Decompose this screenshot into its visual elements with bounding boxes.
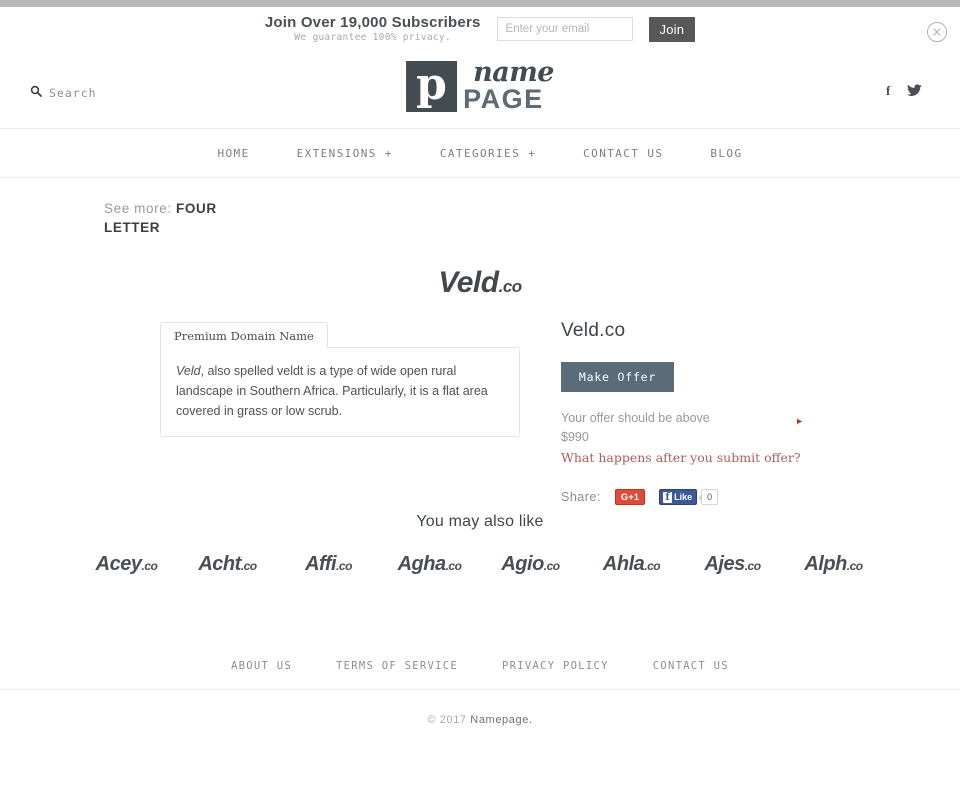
facebook-like-widget[interactable]: f Like 0 [659,489,719,505]
make-offer-button[interactable]: Make Offer [561,362,674,392]
offer-panel: Veld.co Make Offer Your offer should be … [561,320,821,505]
related-domain-alph[interactable]: Alph.co [783,553,884,576]
copyright-brand: Namepage. [470,714,533,726]
facebook-like-label: Like [674,492,693,502]
site-logo[interactable]: p name PAGE [406,57,554,114]
nav-item-extensions[interactable]: EXTENSIONS + [297,147,393,160]
top-gray-bar [0,0,960,7]
footer-link-privacy-policy[interactable]: PRIVACY POLICY [502,660,609,672]
description-italic-word: Veld [176,364,201,378]
copyright: © 2017 Namepage. [0,714,960,726]
related-section-title: You may also like [416,513,544,530]
description-panel: Premium Domain Name Veld, also spelled v… [160,322,520,437]
description-tab-label: Premium Domain Name [160,322,328,348]
offer-hint-line1: Your offer should be above [561,411,710,425]
subscribe-bar: Join Over 19,000 Subscribers We guarante… [0,7,960,51]
facebook-icon[interactable]: f [884,84,895,97]
breadcrumb-prefix: See more: [104,201,172,216]
masthead: Search p name PAGE f [0,51,960,129]
related-domain-ahla[interactable]: Ahla.co [581,553,682,576]
logo-mark-icon: p [406,61,458,112]
footer-link-contact-us[interactable]: CONTACT US [653,660,729,672]
logo-word-page: PAGE [463,84,544,114]
twitter-icon[interactable] [907,84,922,97]
logo-word-name: name [473,57,554,89]
main-navigation: HOME EXTENSIONS + CATEGORIES + CONTACT U… [0,130,960,178]
description-text: , also spelled veldt is a type of wide o… [176,364,488,418]
facebook-like-button[interactable]: f Like [659,489,698,505]
svg-text:f: f [886,84,891,97]
offer-domain-name: Veld.co [561,320,626,341]
breadcrumb: See more: FOUR LETTER [104,199,274,237]
hero-domain-tld: .co [498,277,523,296]
related-domain-acey[interactable]: Acey.co [76,553,177,576]
google-plus-one-button[interactable]: G+1 [614,489,646,505]
subscribe-texts: Join Over 19,000 Subscribers We guarante… [265,14,481,44]
footer-navigation: ABOUT US TERMS OF SERVICE PRIVACY POLICY… [0,643,960,690]
search-button[interactable]: Search [30,84,97,102]
offer-hint: Your offer should be above ► $990 [561,409,804,447]
nav-item-categories[interactable]: CATEGORIES + [440,147,536,160]
join-button[interactable]: Join [648,16,696,42]
submit-offer-info-link[interactable]: What happens after you submit offer? [561,450,801,465]
subscribe-headline: Join Over 19,000 Subscribers [264,13,481,31]
related-domains-list: Acey.co Acht.co Affi.co Agha.co Agio.co … [0,553,960,576]
page-title: Veld.co [0,266,960,300]
related-domain-agha[interactable]: Agha.co [379,553,480,576]
facebook-like-count: 0 [698,489,719,505]
related-domain-acht[interactable]: Acht.co [177,553,278,576]
related-domain-affi[interactable]: Affi.co [278,553,379,576]
facebook-f-icon: f [663,491,673,503]
hero-domain-name: Veld [438,266,499,299]
arrow-right-icon: ► [795,416,804,426]
description-body: Veld, also spelled veldt is a type of wi… [160,347,520,437]
copyright-prefix: © 2017 [427,714,467,726]
share-row: Share: G+1 f Like 0 [561,489,821,505]
related-domain-ajes[interactable]: Ajes.co [682,553,783,576]
related-domain-agio[interactable]: Agio.co [480,553,581,576]
nav-item-home[interactable]: HOME [218,147,250,160]
nav-item-contact-us[interactable]: CONTACT US [583,147,663,160]
subscribe-subline: We guarantee 100% privacy. [294,32,451,44]
nav-item-blog[interactable]: BLOG [710,147,742,160]
social-links: f [884,84,922,97]
footer-link-about-us[interactable]: ABOUT US [231,660,292,672]
search-icon [30,84,42,102]
offer-hint-amount: $990 [561,430,589,444]
share-label: Share: [561,490,601,504]
close-circle-icon[interactable] [926,21,948,43]
email-field[interactable] [496,17,633,41]
footer-link-terms-of-service[interactable]: TERMS OF SERVICE [336,660,458,672]
search-label: Search [49,86,97,100]
